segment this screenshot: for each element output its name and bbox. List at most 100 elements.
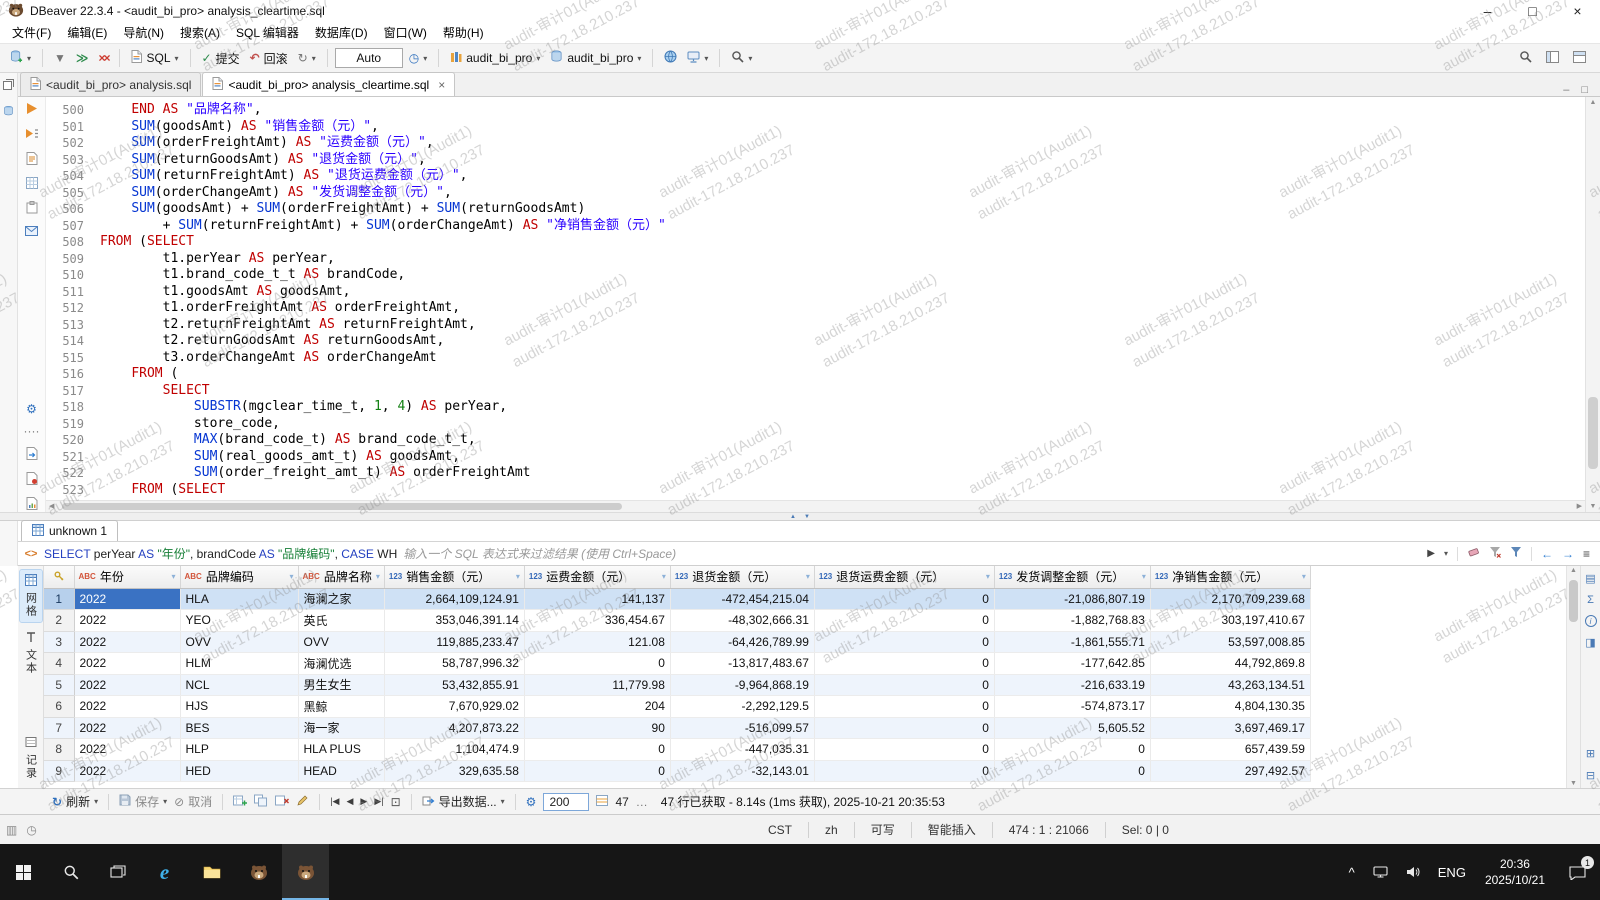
column-filter-icon[interactable]: ▾	[1302, 572, 1306, 581]
code-line[interactable]: 516 FROM (	[46, 366, 1585, 383]
column-header-1[interactable]: ABC 品牌编码 ▾	[180, 566, 299, 589]
delete-row-icon[interactable]	[275, 794, 290, 810]
toggle-panel-icon[interactable]	[1546, 50, 1559, 66]
goto-row-icon[interactable]: ⊡	[391, 795, 401, 809]
table-cell[interactable]: 2,170,709,239.68	[1150, 588, 1311, 610]
table-cell[interactable]: 海一家	[298, 717, 385, 739]
table-cell[interactable]: 0	[814, 588, 995, 610]
table-cell[interactable]: 0	[814, 652, 995, 675]
code-line[interactable]: 514 t2.returnGoodsAmt AS returnGoodsAmt,	[46, 333, 1585, 350]
row-number-cell[interactable]: 9	[44, 760, 75, 782]
filter-history-icon[interactable]: ▾	[1444, 549, 1448, 558]
commit-button[interactable]: ✓ 提交	[198, 48, 244, 69]
column-filter-icon[interactable]: ▾	[806, 572, 810, 581]
history-forward-icon[interactable]: →	[1562, 547, 1574, 561]
table-cell[interactable]: 336,454.67	[524, 609, 671, 632]
datasource-globe-button[interactable]	[660, 48, 681, 68]
row-number-cell[interactable]: 4	[44, 652, 75, 675]
table-cell[interactable]: -9,964,868.19	[670, 674, 815, 696]
export-data-button[interactable]: 导出数据... ▾	[422, 793, 505, 810]
table-cell[interactable]: 2022	[74, 631, 181, 653]
aggregate-panel-icon[interactable]: Σ	[1587, 594, 1594, 606]
panel-menu-icon[interactable]: ≡	[1583, 547, 1590, 561]
taskbar-search-button[interactable]	[47, 844, 94, 900]
code-line[interactable]: 509 t1.perYear AS perYear,	[46, 251, 1585, 268]
table-cell[interactable]: 0	[814, 760, 995, 782]
table-cell[interactable]: -32,143.01	[670, 760, 815, 782]
presentation-tab-0[interactable]: 网格	[18, 569, 43, 623]
script-icon[interactable]	[26, 152, 38, 167]
previous-row-icon[interactable]: ◀	[346, 796, 353, 807]
table-cell[interactable]: 0	[814, 674, 995, 696]
table-cell[interactable]: -64,426,789.99	[670, 631, 815, 653]
new-connection-button[interactable]: ▾	[6, 48, 35, 68]
scroll-down-icon[interactable]: ▼	[1586, 503, 1600, 510]
history-back-icon[interactable]: ←	[1541, 547, 1553, 561]
row-number-cell[interactable]: 1	[44, 588, 75, 610]
restore-panel-icon[interactable]	[3, 79, 14, 93]
table-cell[interactable]: 53,597,008.85	[1150, 631, 1311, 653]
code-line[interactable]: 512 t1.orderFreightAmt AS orderFreightAm…	[46, 300, 1585, 317]
column-header-7[interactable]: 123 发货调整金额（元） ▾	[994, 566, 1151, 589]
tray-expand-icon[interactable]: ^	[1340, 844, 1364, 900]
network-tray-icon[interactable]	[1364, 844, 1397, 900]
table-cell[interactable]: 0	[814, 609, 995, 632]
network-button[interactable]: ▾	[683, 49, 712, 68]
maximize-editor-icon[interactable]: □	[1581, 84, 1588, 96]
presentation-tab-1[interactable]: 文本	[20, 627, 42, 679]
table-cell[interactable]: HLA PLUS	[298, 738, 385, 761]
table-cell[interactable]: 2,664,109,124.91	[384, 588, 525, 610]
table-cell[interactable]: 7,670,929.02	[384, 695, 525, 718]
table-cell[interactable]: HJS	[180, 695, 299, 718]
table-cell[interactable]: 2022	[74, 674, 181, 696]
table-cell[interactable]: 353,046,391.14	[384, 609, 525, 632]
grid-vertical-scrollbar[interactable]: ▲ ▼	[1566, 566, 1580, 788]
table-cell[interactable]: 204	[524, 695, 671, 718]
code-line[interactable]: 519 store_code,	[46, 416, 1585, 433]
table-cell[interactable]: 2022	[74, 609, 181, 632]
sql-editor-menu-button[interactable]: SQL ▾	[127, 48, 182, 68]
row-number-cell[interactable]: 5	[44, 674, 75, 696]
table-cell[interactable]: OVV	[180, 631, 299, 653]
menu-item-0[interactable]: 文件(F)	[4, 21, 59, 44]
explain-plan-icon[interactable]	[25, 177, 38, 191]
action-center-button[interactable]: 1	[1555, 844, 1600, 900]
menu-item-3[interactable]: 搜索(A)	[172, 21, 228, 44]
table-cell[interactable]: 141,137	[524, 588, 671, 610]
duplicate-row-icon[interactable]	[254, 794, 268, 810]
expand-panel-icon[interactable]: ⊞	[1586, 747, 1595, 760]
table-cell[interactable]: 海澜优选	[298, 652, 385, 675]
table-cell[interactable]: 0	[994, 738, 1151, 761]
column-filter-icon[interactable]: ▾	[289, 572, 293, 581]
export-doc-icon[interactable]	[26, 447, 38, 462]
scroll-left-icon[interactable]: ◀	[49, 502, 54, 510]
table-cell[interactable]: -216,633.19	[994, 674, 1151, 696]
sql-editor[interactable]: 500 END AS "品牌名称", 501 SUM(goodsAmt) AS "…	[46, 97, 1585, 500]
scroll-up-icon[interactable]: ▲	[1567, 567, 1580, 574]
table-cell[interactable]: 2022	[74, 760, 181, 782]
table-cell[interactable]: 43,263,134.51	[1150, 674, 1311, 696]
table-cell[interactable]: 121.08	[524, 631, 671, 653]
search-button[interactable]: ▾	[727, 48, 756, 68]
metadata-panel-icon[interactable]: i	[1584, 615, 1597, 627]
table-cell[interactable]: BES	[180, 717, 299, 739]
column-filter-icon[interactable]: ▾	[662, 572, 666, 581]
row-number-cell[interactable]: 8	[44, 738, 75, 761]
table-cell[interactable]: 119,885,233.47	[384, 631, 525, 653]
table-cell[interactable]: HLM	[180, 652, 299, 675]
table-cell[interactable]: 297,492.57	[1150, 760, 1311, 782]
tab-close-icon[interactable]: ×	[438, 78, 445, 92]
time-panel-icon[interactable]: ◷	[26, 823, 36, 837]
editor-results-splitter[interactable]: ▲ ▼	[0, 512, 1600, 521]
statusbar-item-2[interactable]: 可写	[855, 815, 911, 844]
column-filter-icon[interactable]: ▾	[516, 572, 520, 581]
code-line[interactable]: 508 FROM (SELECT	[46, 234, 1585, 251]
tab-analysis-sql[interactable]: <audit_bi_pro> analysis.sql	[20, 72, 202, 96]
table-cell[interactable]: 0	[524, 652, 671, 675]
menu-item-4[interactable]: SQL 编辑器	[228, 21, 307, 44]
transaction-mode-button[interactable]: ↻ ▾	[294, 49, 320, 67]
menu-item-2[interactable]: 导航(N)	[115, 21, 172, 44]
save-button[interactable]: 保存 ▾	[119, 793, 167, 810]
table-cell[interactable]: 0	[994, 760, 1151, 782]
dbeaver-taskbar-button[interactable]	[235, 844, 282, 900]
